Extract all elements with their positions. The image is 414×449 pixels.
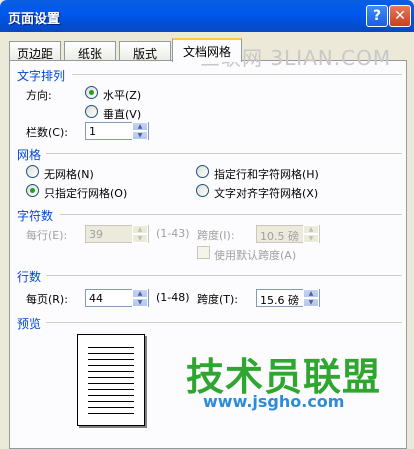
snap-to-char-grid-radio[interactable] (196, 184, 209, 197)
line-pitch-spinner[interactable]: ▲ ▼ (303, 289, 319, 307)
close-button[interactable]: ✕ (389, 5, 411, 27)
characters-group-label: 字符数 (17, 209, 54, 223)
title-bar[interactable]: 页面设置 ? ✕ (0, 0, 414, 32)
line-and-char-grid-label[interactable]: 指定行和字符网格(H) (214, 166, 319, 182)
tab-layout[interactable]: 版式 (119, 41, 171, 61)
vertical-radio[interactable] (85, 105, 98, 118)
preview-line (88, 395, 134, 396)
snap-to-char-grid-label[interactable]: 文字对齐字符网格(X) (214, 185, 318, 201)
group-divider (46, 153, 402, 154)
use-default-pitch-label[interactable]: 使用默认跨度(A) (214, 247, 296, 263)
help-icon: ? (372, 8, 382, 24)
preview-group-label: 预览 (17, 317, 42, 331)
grid-group-label: 网格 (17, 148, 42, 162)
window-title: 页面设置 (8, 12, 61, 27)
preview-line (88, 377, 134, 378)
line-grid-only-radio[interactable] (26, 184, 39, 197)
char-pitch-label: 跨度(I): (197, 229, 235, 242)
direction-label: 方向: (26, 89, 52, 102)
lines-per-page-range: (1-48) (156, 291, 190, 304)
columns-label: 栏数(C): (26, 126, 68, 139)
horizontal-radio[interactable] (85, 86, 98, 99)
char-pitch-spinner[interactable]: ▲ ▼ (303, 225, 319, 243)
preview-line (88, 365, 134, 366)
group-divider (46, 275, 402, 276)
lines-per-page-label: 每页(R): (26, 293, 68, 306)
preview-line (88, 407, 134, 408)
no-grid-radio[interactable] (26, 165, 39, 178)
chars-per-line-label: 每行(E): (26, 229, 68, 242)
preview-line (88, 359, 134, 360)
line-and-char-grid-radio[interactable] (196, 165, 209, 178)
horizontal-label[interactable]: 水平(Z) (103, 87, 141, 103)
watermark-url: www.jsgho.com (203, 392, 345, 411)
no-grid-label[interactable]: 无网格(N) (44, 166, 94, 182)
columns-spinner[interactable]: ▲ ▼ (132, 122, 148, 140)
lines-per-page-spinner[interactable]: ▲ ▼ (132, 289, 148, 307)
preview-line (88, 347, 134, 348)
line-pitch-label: 跨度(T): (197, 293, 239, 306)
preview-line (88, 389, 134, 390)
tab-document-grid[interactable]: 文档网格 (172, 38, 242, 62)
use-default-pitch-checkbox[interactable] (197, 246, 210, 259)
preview-line (88, 371, 134, 372)
preview-page (77, 334, 145, 426)
preview-line (88, 353, 134, 354)
lines-group-label: 行数 (17, 270, 42, 284)
group-divider (72, 74, 402, 75)
preview-line (88, 383, 134, 384)
chars-per-line-spinner[interactable]: ▲ ▼ (132, 225, 148, 243)
group-divider (46, 322, 402, 323)
preview-line (88, 401, 134, 402)
tab-paper[interactable]: 纸张 (64, 41, 116, 61)
preview-line (88, 413, 134, 414)
close-icon: ✕ (394, 8, 406, 24)
help-button[interactable]: ? (366, 5, 388, 27)
group-divider (60, 214, 402, 215)
tab-margins[interactable]: 页边距 (9, 41, 61, 61)
line-grid-only-label[interactable]: 只指定行网格(O) (44, 185, 127, 201)
vertical-label[interactable]: 垂直(V) (103, 106, 141, 122)
chars-per-line-range: (1-43) (156, 227, 190, 240)
text-layout-group-label: 文字排列 (17, 69, 66, 83)
